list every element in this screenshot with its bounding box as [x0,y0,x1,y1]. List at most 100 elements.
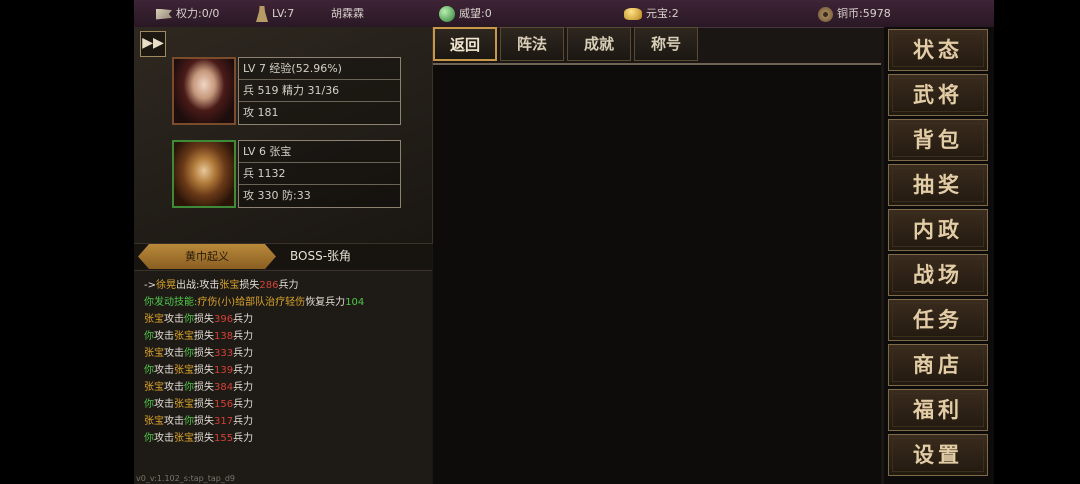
log-segment: 损失 [194,416,214,427]
log-segment: 你发动技能: [144,297,198,308]
log-segment: 156 [214,399,234,410]
log-segment: 396 [214,314,234,325]
log-segment: 兵力 [233,331,254,342]
log-segment: 疗伤(小) [197,297,236,308]
log-segment: -> [144,280,156,291]
log-line: 你攻击张宝损失155兵力 [144,430,364,447]
fast-forward-button[interactable]: ▶▶ [140,31,166,57]
log-segment: 损失 [194,433,214,444]
log-segment: 138 [214,331,234,342]
battle-log: ->徐晃出战:攻击张宝损失286兵力 你发动技能:疗伤(小)给部队治疗轻伤恢复兵力… [144,277,364,447]
prestige-stat: 威望:0 [439,0,492,27]
menu-status-button[interactable]: 状态 [888,29,988,71]
copper-coin-icon [818,6,833,22]
menu-domestic-button[interactable]: 内政 [888,209,988,251]
log-segment: 155 [214,433,234,444]
log-segment: 攻击 [164,314,184,325]
tab-achievements[interactable]: 成就 [567,27,631,61]
log-segment: 张宝 [144,416,164,427]
gold-ingot-icon [624,8,642,20]
menu-battlefield-button[interactable]: 战场 [888,254,988,296]
log-segment: 你 [184,382,194,393]
log-segment: 你 [144,331,154,342]
log-segment: 兵力 [233,416,254,427]
log-segment: 张宝 [174,365,194,376]
menu-lottery-button[interactable]: 抽奖 [888,164,988,206]
log-segment: 出战:攻击 [176,280,220,291]
log-segment: 损失 [239,280,260,291]
version-label: v0_v:1.102_s:tap_tap_d9 [136,474,235,483]
log-segment: 攻击 [154,399,174,410]
log-segment: 你 [144,365,154,376]
main-content-area [433,63,881,484]
menu-backpack-button[interactable]: 背包 [888,119,988,161]
enemy-troops: 兵 1132 [239,163,400,185]
enemy-attack-defense: 攻 330 防:33 [243,189,311,202]
log-segment: 张宝 [174,399,194,410]
stage-header: 黄巾起义 BOSS-张角 [134,244,432,269]
battle-log-panel[interactable]: ->徐晃出战:攻击张宝损失286兵力 你发动技能:疗伤(小)给部队治疗轻伤恢复兵力… [134,270,432,484]
log-segment: 兵力 [233,433,254,444]
log-segment: 384 [214,382,234,393]
menu-settings-button[interactable]: 设置 [888,434,988,476]
log-segment: 兵力 [233,348,254,359]
menu-welfare-button[interactable]: 福利 [888,389,988,431]
hero-portrait[interactable] [172,57,236,125]
log-segment: 损失 [194,382,214,393]
log-segment: 你 [144,433,154,444]
log-line: 你攻击张宝损失156兵力 [144,396,364,413]
right-menu: 状态 武将 背包 抽奖 内政 战场 任务 商店 福利 设置 [884,27,994,484]
log-segment: 兵力 [233,399,254,410]
log-segment: 攻击 [154,331,174,342]
log-segment: 333 [214,348,234,359]
tab-formation[interactable]: 阵法 [500,27,564,61]
log-segment: 你 [144,399,154,410]
log-segment: 286 [259,280,279,291]
log-segment: 损失 [194,399,214,410]
level-stat: LV:7 [256,0,294,27]
boss-label: BOSS-张角 [290,249,352,263]
log-segment: 兵力 [233,314,254,325]
menu-generals-button[interactable]: 武将 [888,74,988,116]
game-screen: 权力:0/0 LV:7 胡霖霖 威望:0 元宝:2 铜币:5978 ▶▶ LV … [134,0,994,484]
hero-attack: 攻 181 [243,106,279,119]
log-segment: 损失 [194,365,214,376]
log-segment: 徐晃 [156,280,176,291]
enemy-level-name: LV 6 张宝 [239,141,400,163]
battle-heroes-panel: ▶▶ LV 7 经验(52.96%) 兵 519 精力 31/36 攻 181 … [134,27,433,244]
log-segment: 104 [345,297,365,308]
menu-shop-button[interactable]: 商店 [888,344,988,386]
tab-titles[interactable]: 称号 [634,27,698,61]
person-icon [256,6,268,22]
log-segment: 张宝 [144,382,164,393]
yuanbao-stat: 元宝:2 [624,0,679,27]
flag-icon [156,8,172,20]
enemy-info: LV 6 张宝 兵 1132 攻 330 防:33 [238,140,401,208]
log-segment: 攻击 [164,382,184,393]
log-segment: 张宝 [219,280,240,291]
copper-stat: 铜币:5978 [818,0,891,27]
power-stat: 权力:0/0 [156,0,219,27]
hero-info: LV 7 经验(52.96%) 兵 519 精力 31/36 攻 181 [238,57,401,125]
log-segment: 攻击 [164,348,184,359]
hero-troops-energy: 兵 519 精力 31/36 [239,80,400,102]
hero-level-exp: LV 7 经验(52.96%) [239,58,400,80]
log-line: 你发动技能:疗伤(小)给部队治疗轻伤恢复兵力104 [144,294,364,311]
log-line: 张宝攻击你损失384兵力 [144,379,364,396]
menu-quests-button[interactable]: 任务 [888,299,988,341]
enemy-portrait[interactable] [172,140,236,208]
log-segment: 攻击 [154,433,174,444]
log-segment: 恢复兵力 [305,297,346,308]
log-segment: 张宝 [174,331,194,342]
log-line: ->徐晃出战:攻击张宝损失286兵力 [144,277,364,294]
log-segment: 攻击 [164,416,184,427]
tab-back[interactable]: 返回 [433,27,497,61]
enemy-hero-card[interactable]: LV 6 张宝 兵 1132 攻 330 防:33 [172,140,402,208]
stage-name-tab[interactable]: 黄巾起义 [138,244,276,269]
log-line: 你攻击张宝损失139兵力 [144,362,364,379]
top-status-bar: 权力:0/0 LV:7 胡霖霖 威望:0 元宝:2 铜币:5978 [134,0,994,28]
player-hero-card[interactable]: LV 7 经验(52.96%) 兵 519 精力 31/36 攻 181 [172,57,402,125]
log-line: 你攻击张宝损失138兵力 [144,328,364,345]
log-segment: 损失 [194,314,214,325]
log-segment: 你 [184,314,194,325]
